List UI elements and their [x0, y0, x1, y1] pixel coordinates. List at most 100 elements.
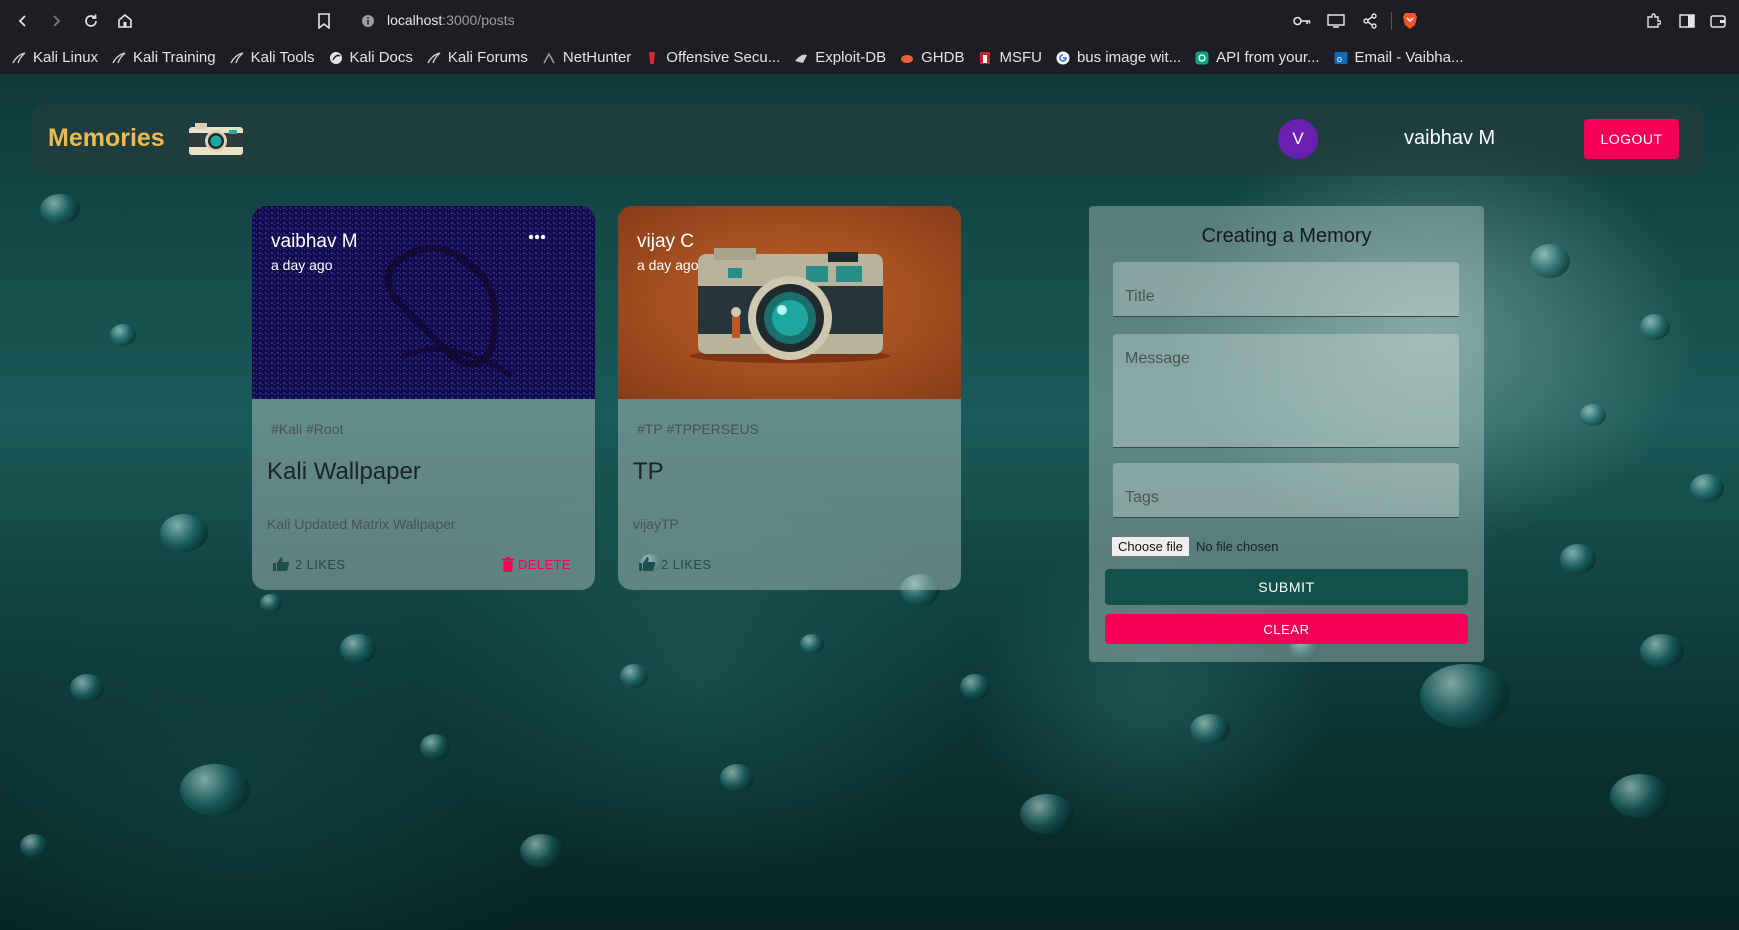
message-input[interactable] — [1113, 334, 1459, 448]
bookmark-offensive-security[interactable]: Offensive Secu... — [645, 49, 780, 66]
exploitdb-icon — [794, 51, 808, 65]
browser-toolbar: localhost:3000/posts — [0, 0, 1739, 41]
raindrop — [1020, 794, 1074, 834]
raindrop — [720, 764, 754, 792]
raindrop — [70, 674, 104, 702]
ghdb-icon — [900, 51, 914, 65]
raindrop — [1610, 774, 1670, 818]
submit-button[interactable]: SUBMIT — [1105, 569, 1468, 605]
file-upload: Choose file No file chosen — [1111, 536, 1278, 557]
share-icon[interactable] — [1359, 10, 1381, 32]
raindrop — [180, 764, 250, 816]
like-button[interactable]: 2 LIKES — [638, 554, 712, 574]
post-time: a day ago — [637, 257, 699, 273]
raindrop — [420, 734, 450, 760]
raindrop — [1640, 314, 1670, 340]
raindrop — [1580, 404, 1606, 426]
raindrop — [1560, 544, 1596, 574]
chatgpt-icon — [1195, 51, 1209, 65]
delete-label: DELETE — [518, 556, 571, 572]
home-icon[interactable] — [114, 10, 136, 32]
bookmark-kali-tools[interactable]: Kali Tools — [229, 49, 315, 66]
post-card[interactable]: vaibhav M a day ago #Kali #Root Kali Wal… — [252, 206, 595, 590]
offsec-icon — [645, 51, 659, 65]
like-count: 2 LIKES — [661, 556, 712, 572]
bookmark-nethunter[interactable]: NetHunter — [542, 49, 631, 66]
site-info-icon[interactable] — [357, 10, 379, 32]
brand-title[interactable]: Memories — [48, 124, 165, 153]
bookmark-kali-linux[interactable]: Kali Linux — [12, 49, 98, 66]
url-text[interactable]: localhost:3000/posts — [387, 12, 515, 28]
raindrop — [40, 194, 80, 224]
form-title: Creating a Memory — [1201, 225, 1372, 247]
post-card[interactable]: vijay C a day ago #TP #TPPERSEUS TP vija… — [618, 206, 961, 590]
delete-button[interactable]: DELETE — [502, 554, 571, 574]
bookmark-ghdb[interactable]: GHDB — [900, 49, 964, 66]
back-icon[interactable] — [12, 10, 34, 32]
more-options-icon[interactable] — [526, 230, 548, 244]
bookmark-api[interactable]: API from your... — [1195, 49, 1320, 66]
reload-icon[interactable] — [80, 10, 102, 32]
raindrop — [340, 634, 376, 664]
wallet-icon[interactable] — [1707, 10, 1729, 32]
title-input[interactable] — [1113, 262, 1459, 317]
google-icon — [1056, 51, 1070, 65]
post-author: vaibhav M — [271, 231, 358, 252]
raindrop — [110, 324, 136, 346]
sidebar-toggle-icon[interactable] — [1676, 10, 1698, 32]
raindrop — [160, 514, 208, 552]
bookmark-page-icon[interactable] — [313, 10, 335, 32]
app-header: Memories V vaibhav M LOGOUT — [32, 104, 1704, 176]
post-message: vijayTP — [633, 516, 679, 532]
like-button[interactable]: 2 LIKES — [272, 554, 346, 574]
post-author: vijay C — [637, 231, 695, 252]
thumb-up-icon — [272, 556, 290, 572]
raindrop — [1530, 244, 1570, 278]
trash-icon — [502, 556, 514, 572]
thumb-up-icon — [638, 556, 656, 572]
raindrop — [800, 634, 824, 654]
raindrop — [520, 834, 564, 868]
raindrop — [1190, 714, 1230, 744]
kali-docs-icon — [329, 51, 343, 65]
like-count: 2 LIKES — [295, 556, 346, 572]
tags-input[interactable] — [1113, 463, 1459, 518]
nethunter-icon — [542, 51, 556, 65]
raindrop — [960, 674, 990, 700]
logout-button[interactable]: LOGOUT — [1584, 119, 1679, 159]
bookmarks-bar: Kali Linux Kali Training Kali Tools Kali… — [0, 41, 1739, 74]
raindrop — [260, 594, 282, 612]
bookmark-google-search[interactable]: bus image wit... — [1056, 49, 1181, 66]
kali-dragon-icon — [427, 51, 441, 65]
password-key-icon[interactable] — [1291, 10, 1313, 32]
username: vaibhav M — [1404, 127, 1496, 149]
post-tags: #TP #TPPERSEUS — [637, 421, 759, 437]
choose-file-button[interactable]: Choose file — [1111, 536, 1191, 557]
cast-icon[interactable] — [1325, 10, 1347, 32]
bookmark-email[interactable]: o Email - Vaibha... — [1334, 49, 1463, 66]
kali-dragon-icon — [229, 51, 244, 65]
bookmark-kali-forums[interactable]: Kali Forums — [427, 49, 528, 66]
file-status: No file chosen — [1196, 539, 1279, 554]
kali-dragon-icon — [12, 51, 26, 65]
page-background: Memories V vaibhav M LOGOUT vaibhav M a … — [0, 74, 1739, 930]
brave-shield-icon[interactable] — [1399, 10, 1421, 32]
bookmark-kali-docs[interactable]: Kali Docs — [329, 49, 413, 66]
extensions-icon[interactable] — [1642, 10, 1664, 32]
raindrop — [1420, 664, 1510, 728]
outlook-icon: o — [1334, 51, 1348, 65]
raindrop — [620, 664, 648, 688]
kali-dragon-icon — [112, 51, 126, 65]
bookmark-msfu[interactable]: MSFU — [978, 49, 1042, 66]
svg-text:o: o — [1337, 54, 1342, 64]
raindrop — [20, 834, 48, 858]
bookmark-exploit-db[interactable]: Exploit-DB — [794, 49, 886, 66]
camera-logo-icon — [187, 121, 245, 157]
clear-button[interactable]: CLEAR — [1105, 614, 1468, 644]
avatar[interactable]: V — [1278, 119, 1318, 159]
toolbar-divider — [1391, 12, 1392, 30]
msfu-icon — [978, 51, 992, 65]
forward-icon[interactable] — [45, 10, 67, 32]
raindrop — [1640, 634, 1684, 668]
bookmark-kali-training[interactable]: Kali Training — [112, 49, 216, 66]
